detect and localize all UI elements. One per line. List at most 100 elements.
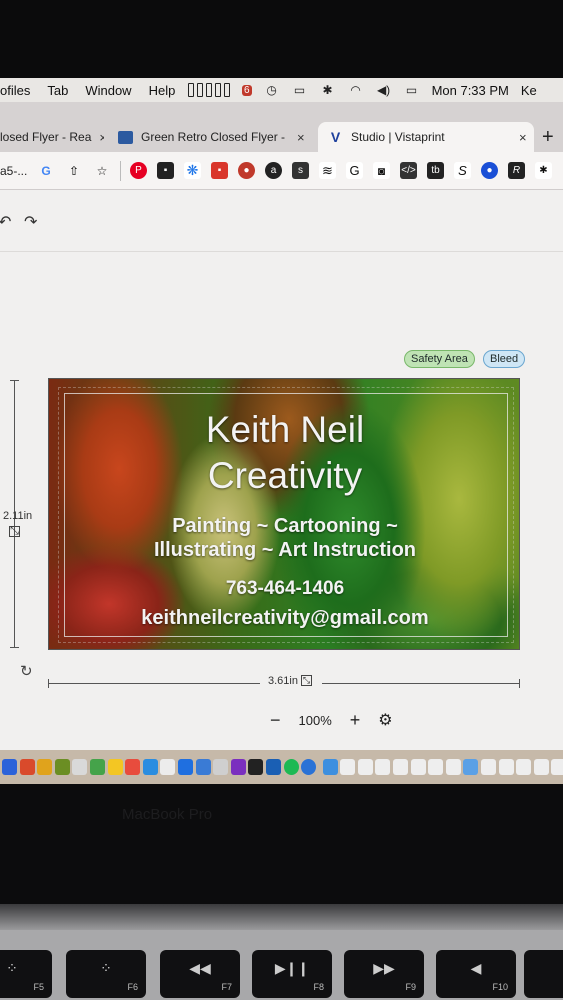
- address-bar[interactable]: a5-...: [0, 164, 32, 178]
- tab-title: Studio | Vistaprint: [351, 130, 445, 144]
- document-icon[interactable]: [551, 759, 563, 775]
- zoom-level: 100%: [298, 712, 332, 728]
- app-icon[interactable]: [248, 759, 264, 775]
- document-icon[interactable]: [375, 759, 391, 775]
- close-icon[interactable]: ×: [99, 130, 104, 145]
- app-icon[interactable]: [265, 759, 281, 775]
- s-script-extension-icon[interactable]: S: [454, 162, 471, 179]
- r-extension-icon[interactable]: R: [508, 162, 525, 179]
- chrome-icon[interactable]: [160, 759, 176, 775]
- app-icon[interactable]: [195, 759, 211, 775]
- red-extension-icon[interactable]: ▪: [211, 162, 228, 179]
- new-tab-button[interactable]: +: [542, 126, 554, 149]
- bluetooth-icon[interactable]: ✱: [320, 83, 336, 97]
- volume-icon[interactable]: ◀): [376, 83, 392, 97]
- card-services-line1[interactable]: Painting ~ Cartooning ~: [49, 515, 519, 538]
- camera-extension-icon[interactable]: ◙: [373, 162, 390, 179]
- document-icon[interactable]: [428, 759, 444, 775]
- menu-clock[interactable]: Mon 7:33 PM: [432, 83, 509, 98]
- app-icon[interactable]: [213, 759, 229, 775]
- app-icon[interactable]: [230, 759, 246, 775]
- snowflake-extension-icon[interactable]: ❋: [184, 162, 201, 179]
- tb-extension-icon[interactable]: tb: [427, 162, 444, 179]
- laptop-chin: MacBook Pro: [0, 784, 563, 904]
- bleed-toggle[interactable]: Bleed: [483, 350, 526, 368]
- close-icon[interactable]: ×: [297, 130, 305, 145]
- menu-help[interactable]: Help: [149, 83, 176, 98]
- document-icon[interactable]: [340, 759, 356, 775]
- zoom-in-button[interactable]: +: [350, 710, 361, 731]
- app-icon[interactable]: [89, 759, 105, 775]
- close-icon[interactable]: ×: [519, 130, 527, 145]
- app-icon[interactable]: [37, 759, 53, 775]
- amazon-extension-icon[interactable]: a: [265, 162, 282, 179]
- tab-vistaprint-studio[interactable]: V Studio | Vistaprint ×: [318, 122, 534, 152]
- document-icon[interactable]: [498, 759, 514, 775]
- share-icon[interactable]: ⇧: [65, 162, 83, 180]
- rotate-icon[interactable]: ↻: [20, 662, 33, 680]
- airplay-icon[interactable]: ▭: [292, 83, 308, 97]
- tab-closed-flyer[interactable]: losed Flyer - Rea ×: [0, 122, 104, 152]
- card-phone[interactable]: 763-464-1406: [49, 578, 519, 600]
- card-name-line1[interactable]: Keith Neil: [49, 409, 519, 451]
- zoom-out-button[interactable]: −: [270, 710, 281, 731]
- notification-badge[interactable]: 6: [242, 84, 252, 96]
- menu-user[interactable]: Ke: [521, 83, 537, 98]
- wifi-icon[interactable]: ◠: [348, 83, 364, 97]
- menu-profiles[interactable]: ofiles: [0, 83, 30, 98]
- document-icon[interactable]: [393, 759, 409, 775]
- document-icon[interactable]: [445, 759, 461, 775]
- app-icon[interactable]: [463, 759, 479, 775]
- key-f6[interactable]: ⁘ F6: [66, 950, 146, 998]
- safety-area-toggle[interactable]: Safety Area: [404, 350, 475, 368]
- battery-icon[interactable]: ▭: [404, 83, 420, 97]
- document-icon[interactable]: [481, 759, 497, 775]
- code-extension-icon[interactable]: </>: [400, 162, 417, 179]
- layers-extension-icon[interactable]: ≋: [319, 162, 336, 179]
- word-icon[interactable]: [2, 759, 17, 775]
- gear-icon[interactable]: ⚙: [378, 710, 392, 730]
- pinterest-extension-icon[interactable]: P: [130, 162, 147, 179]
- notes-icon[interactable]: [107, 759, 123, 775]
- business-card-canvas[interactable]: Keith Neil Creativity Painting ~ Cartoon…: [48, 378, 520, 650]
- document-icon[interactable]: [533, 759, 549, 775]
- time-machine-icon[interactable]: ◷: [264, 83, 280, 97]
- tab-green-retro-flyer[interactable]: Green Retro Closed Flyer - Rea ×: [118, 122, 308, 152]
- bookmark-star-icon[interactable]: ☆: [93, 162, 111, 180]
- card-name-line2[interactable]: Creativity: [49, 455, 519, 497]
- extension-icon[interactable]: ▪: [157, 162, 174, 179]
- folder-icon[interactable]: [322, 759, 338, 775]
- undo-button[interactable]: ↶: [0, 212, 11, 232]
- zoom-icon[interactable]: [177, 759, 193, 775]
- spotify-icon[interactable]: [283, 759, 299, 775]
- app-icon[interactable]: [72, 759, 88, 775]
- key-f8[interactable]: ▶❙❙ F8: [252, 950, 332, 998]
- profile-extension-icon[interactable]: ●: [481, 162, 498, 179]
- google-icon[interactable]: G: [37, 162, 55, 180]
- app-icon[interactable]: [142, 759, 158, 775]
- s-extension-icon[interactable]: s: [292, 162, 309, 179]
- menu-window[interactable]: Window: [85, 83, 131, 98]
- app-icon[interactable]: [54, 759, 70, 775]
- key-f9[interactable]: ▶▶ F9: [344, 950, 424, 998]
- app-icon[interactable]: [301, 759, 317, 775]
- battery-cells-icon[interactable]: [188, 83, 230, 97]
- grammarly-extension-icon[interactable]: G: [346, 162, 363, 179]
- redo-button[interactable]: ↷: [24, 212, 37, 232]
- resize-height-icon[interactable]: ⤡: [9, 526, 20, 537]
- card-services-line2[interactable]: Illustrating ~ Art Instruction: [49, 539, 519, 562]
- powerpoint-icon[interactable]: [19, 759, 35, 775]
- puzzle-extension-icon[interactable]: ✱: [535, 162, 552, 179]
- key-f11[interactable]: [524, 950, 563, 998]
- key-f10[interactable]: ◀ F10: [436, 950, 516, 998]
- menu-tab[interactable]: Tab: [47, 83, 68, 98]
- document-icon[interactable]: [516, 759, 532, 775]
- record-extension-icon[interactable]: ●: [238, 162, 255, 179]
- resize-width-icon[interactable]: ⤡: [301, 675, 312, 686]
- key-f5[interactable]: ⁘ F5: [0, 950, 52, 998]
- card-email[interactable]: keithneilcreativity@gmail.com: [49, 607, 519, 630]
- document-icon[interactable]: [410, 759, 426, 775]
- key-f7[interactable]: ◀◀ F7: [160, 950, 240, 998]
- document-icon[interactable]: [357, 759, 373, 775]
- app-icon[interactable]: [125, 759, 141, 775]
